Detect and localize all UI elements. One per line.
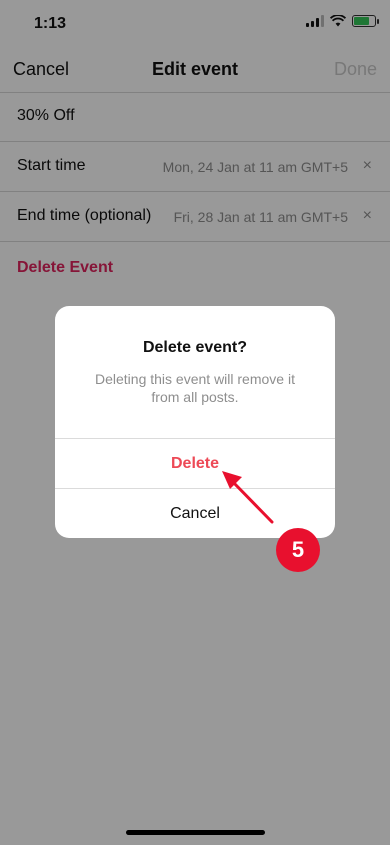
step-badge: 5 bbox=[276, 528, 320, 572]
dialog-message: Deleting this event will remove it from … bbox=[95, 371, 295, 405]
delete-button[interactable]: Delete bbox=[55, 439, 335, 488]
delete-dialog: Delete event? Deleting this event will r… bbox=[55, 306, 335, 538]
dialog-title: Delete event? bbox=[142, 339, 248, 356]
